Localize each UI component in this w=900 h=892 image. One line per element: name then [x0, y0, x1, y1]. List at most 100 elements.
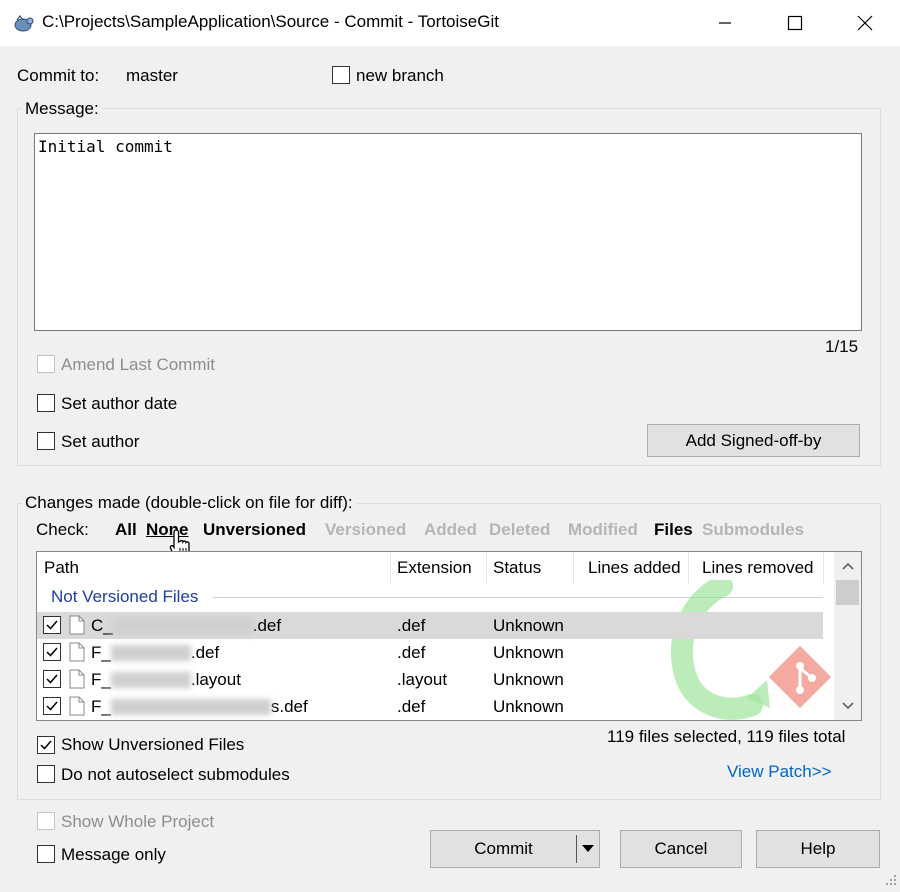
chevron-down-icon — [841, 702, 854, 710]
message-only-checkbox[interactable] — [37, 845, 55, 863]
add-signed-off-by-label: Add Signed-off-by — [685, 430, 822, 450]
file-icon — [69, 696, 85, 720]
filter-all[interactable]: All — [115, 520, 137, 540]
file-row[interactable]: F_ .layout .layout Unknown — [37, 666, 823, 693]
filter-versioned[interactable]: Versioned — [325, 520, 406, 540]
maximize-button[interactable] — [760, 0, 830, 46]
resize-grip-icon[interactable] — [884, 872, 898, 886]
branch-name: master — [126, 66, 178, 85]
close-button[interactable] — [830, 0, 900, 46]
commit-button-label: Commit — [474, 839, 533, 858]
file-path-prefix: C_ — [91, 615, 113, 635]
show-whole-project-checkbox[interactable] — [37, 812, 55, 830]
filter-added[interactable]: Added — [424, 520, 477, 540]
minimize-icon — [719, 22, 731, 24]
scroll-down-button[interactable] — [834, 692, 861, 720]
minimize-button[interactable] — [690, 0, 760, 46]
set-author-checkbox[interactable] — [37, 432, 55, 450]
help-button-label: Help — [800, 839, 836, 858]
redacted-text — [110, 671, 191, 688]
file-path-suffix: .def — [252, 615, 282, 635]
redacted-text — [110, 698, 271, 715]
window-title: C:\Projects\SampleApplication\Source - C… — [42, 12, 499, 31]
files-summary: 119 files selected, 119 files total — [607, 727, 846, 746]
list-scrollbar[interactable] — [834, 552, 861, 720]
set-author-date-label: Set author date — [61, 394, 178, 413]
file-path: C_ .def — [91, 612, 281, 639]
column-header-path[interactable]: Path — [37, 552, 391, 584]
show-unversioned-label: Show Unversioned Files — [61, 735, 245, 754]
scroll-up-button[interactable] — [834, 552, 861, 580]
dropdown-arrow-icon — [582, 845, 594, 852]
new-branch-label: new branch — [356, 66, 444, 85]
message-line-counter: 1/15 — [825, 337, 859, 356]
file-path: F_ s.def — [91, 693, 308, 720]
show-unversioned-checkbox[interactable] — [37, 736, 55, 754]
column-header-status-label: Status — [493, 558, 542, 577]
message-only-label: Message only — [61, 845, 166, 864]
file-extension: .def — [397, 696, 426, 716]
column-header-lines-added-label: Lines added — [588, 558, 681, 577]
commit-button[interactable]: Commit — [431, 831, 576, 867]
group-row-label: Not Versioned Files — [51, 587, 199, 606]
check-label: Check: — [36, 520, 89, 539]
column-header-lines-removed-label: Lines removed — [702, 558, 814, 577]
maximize-icon — [787, 15, 803, 31]
file-row-checkbox[interactable] — [43, 643, 61, 661]
filter-deleted[interactable]: Deleted — [489, 520, 550, 540]
column-header-status[interactable]: Status — [486, 552, 574, 584]
filter-modified[interactable]: Modified — [568, 520, 638, 540]
commit-split-button[interactable]: Commit — [430, 830, 600, 868]
file-icon — [69, 669, 85, 694]
file-row[interactable]: F_ s.def .def Unknown — [37, 693, 823, 720]
filter-submodules[interactable]: Submodules — [702, 520, 804, 540]
set-author-label: Set author — [61, 432, 140, 451]
close-icon — [857, 15, 873, 31]
no-autoselect-submodules-label: Do not autoselect submodules — [61, 765, 290, 784]
file-extension: .def — [397, 642, 426, 662]
set-author-date-checkbox[interactable] — [37, 394, 55, 412]
file-path: F_ .def — [91, 639, 219, 666]
file-status: Unknown — [493, 615, 564, 635]
message-group-label: Message: — [21, 99, 103, 119]
redacted-text — [112, 617, 253, 634]
file-row[interactable]: C_ .def .def Unknown — [37, 612, 823, 639]
tortoisegit-icon — [12, 12, 34, 34]
show-whole-project-label: Show Whole Project — [61, 812, 215, 831]
chevron-up-icon — [841, 562, 854, 570]
file-row-checkbox[interactable] — [43, 697, 61, 715]
column-header-extension[interactable]: Extension — [390, 552, 487, 584]
file-path-suffix: s.def — [270, 696, 308, 716]
view-patch-link[interactable]: View Patch>> — [727, 762, 832, 782]
file-path-suffix: .def — [190, 642, 220, 662]
no-autoselect-submodules-checkbox[interactable] — [37, 765, 55, 783]
file-extension: .def — [397, 615, 426, 635]
changes-list[interactable]: Path Extension Status Lines added Lines … — [36, 551, 862, 721]
file-path-prefix: F_ — [91, 642, 111, 662]
filter-files[interactable]: Files — [654, 520, 693, 540]
filter-unversioned[interactable]: Unversioned — [203, 520, 306, 540]
column-header-path-label: Path — [44, 558, 79, 577]
cancel-button-label: Cancel — [654, 839, 708, 858]
commit-dropdown-button[interactable] — [577, 831, 599, 867]
file-path-suffix: .layout — [190, 669, 241, 689]
file-extension: .layout — [397, 669, 448, 689]
commit-to-label: Commit to: — [17, 66, 100, 85]
file-icon — [69, 642, 85, 667]
amend-last-commit-checkbox[interactable] — [37, 355, 55, 373]
changes-group-label: Changes made (double-click on file for d… — [21, 493, 357, 513]
file-row[interactable]: F_ .def .def Unknown — [37, 639, 823, 666]
file-row-checkbox[interactable] — [43, 670, 61, 688]
column-header-extension-label: Extension — [397, 558, 472, 577]
file-row-checkbox[interactable] — [43, 616, 61, 634]
file-status: Unknown — [493, 696, 564, 716]
file-status: Unknown — [493, 642, 564, 662]
cancel-button[interactable]: Cancel — [620, 830, 742, 868]
add-signed-off-by-button[interactable]: Add Signed-off-by — [647, 424, 860, 457]
new-branch-checkbox[interactable] — [332, 66, 350, 84]
scroll-thumb[interactable] — [836, 580, 859, 605]
commit-message-input[interactable]: Initial commit — [34, 133, 862, 331]
commit-message-text: Initial commit — [38, 137, 173, 156]
file-path: F_ .layout — [91, 666, 241, 693]
help-button[interactable]: Help — [756, 830, 880, 868]
